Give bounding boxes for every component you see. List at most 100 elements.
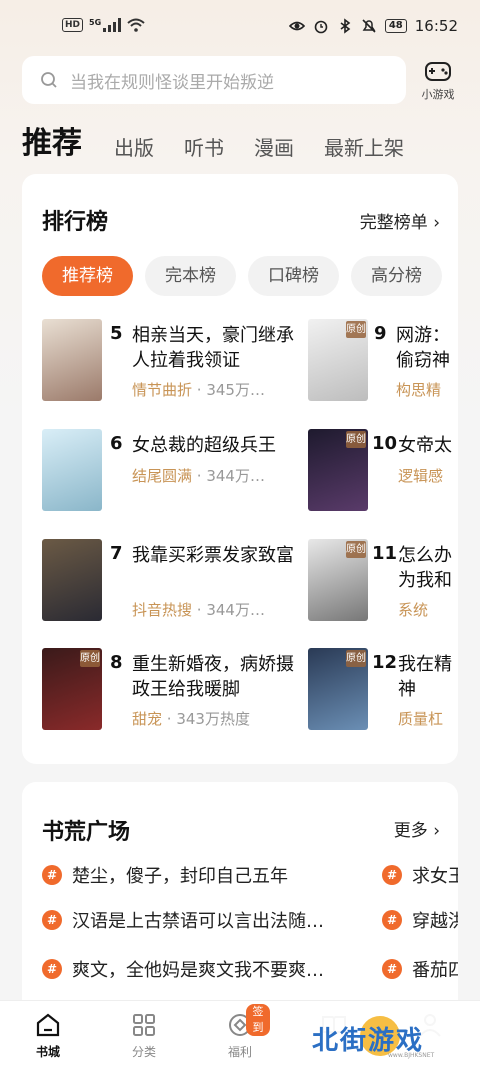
battery-icon: 48	[384, 19, 407, 33]
ranking-pills: 推荐榜 完本榜 口碑榜 高分榜	[42, 256, 442, 296]
book-title: 网游：偷窃神	[396, 325, 450, 371]
book-title: 女总裁的超级兵王	[132, 435, 276, 456]
hashtag-icon: #	[42, 910, 62, 930]
mute-icon	[362, 19, 376, 33]
pill-reputation[interactable]: 口碑榜	[248, 256, 339, 296]
topic-item[interactable]: # 番茄四	[382, 954, 458, 984]
book-cover: 原创	[308, 648, 368, 730]
book-category: 甜宠	[132, 710, 163, 728]
topic-item[interactable]: # 爽文，全他妈是爽文我不要爽…	[42, 954, 324, 984]
eye-icon	[288, 21, 305, 31]
mini-game-button[interactable]: 小游戏	[414, 56, 462, 102]
tab-comics[interactable]: 漫画	[254, 130, 294, 166]
book-title: 我靠买彩票发家致富	[132, 545, 294, 566]
pill-completed[interactable]: 完本榜	[145, 256, 236, 296]
original-tag: 原创	[346, 541, 366, 558]
book-rank: 12	[372, 652, 398, 673]
book-meta: 逻辑感	[398, 465, 443, 486]
wifi-icon	[127, 18, 145, 32]
book-item[interactable]: 原创 8 重生新婚夜，病娇摄政王给我暖脚 甜宠 · 343万热度	[42, 648, 312, 736]
book-title: 我在精神	[398, 654, 452, 700]
topic-text: 楚尘，傻子，封印自己五年	[72, 866, 288, 887]
hashtag-icon: #	[42, 959, 62, 979]
book-category: 结尾圆满	[132, 467, 193, 485]
book-category: 情节曲折	[132, 381, 193, 399]
book-forum-card: 书荒广场 更多 › # 楚尘，傻子，封印自己五年 # 汉语是上古禁语可以言出法随…	[22, 782, 458, 1022]
nav-bookstore[interactable]: 书城	[18, 1011, 78, 1060]
book-item[interactable]: 原创 12 我在精神 质量杠	[308, 648, 458, 736]
book-heat: 345万…	[206, 381, 265, 399]
topic-text: 求女王	[412, 866, 458, 887]
book-heat: 344万…	[206, 601, 265, 619]
nav-welfare[interactable]: 签到 福利	[210, 1004, 270, 1060]
book-title: 女帝太	[398, 435, 452, 456]
status-right: 48 16:52	[288, 17, 458, 35]
watermark: 北街游戏 www.BJHKSNET	[300, 1008, 475, 1064]
forum-more-link[interactable]: 更多 ›	[394, 816, 440, 841]
grid-icon	[133, 1014, 155, 1036]
book-meta: 结尾圆满 · 344万…	[132, 467, 265, 485]
book-title: 重生新婚夜，病娇摄政王给我暖脚	[132, 654, 294, 700]
book-rank: 9	[374, 323, 387, 344]
original-tag: 原创	[346, 650, 366, 667]
book-item[interactable]: 6 女总裁的超级兵王 结尾圆满 · 344万…	[42, 429, 312, 517]
hashtag-icon: #	[382, 910, 402, 930]
book-meta: 情节曲折 · 345万…	[132, 381, 265, 399]
book-rank: 8	[110, 652, 123, 673]
ranking-title: 排行榜	[42, 210, 109, 235]
book-rank: 5	[110, 323, 123, 344]
topic-text: 穿越洪	[412, 911, 458, 932]
book-category: 质量杠	[398, 710, 444, 728]
book-title: 怎么办为我和	[398, 545, 452, 591]
nav-label: 福利	[227, 1045, 252, 1059]
clock: 16:52	[414, 17, 458, 35]
book-meta: 甜宠 · 343万热度	[132, 710, 250, 728]
tab-recommend[interactable]: 推荐	[22, 122, 82, 166]
signal-icon	[103, 18, 122, 32]
topic-text: 番茄四	[412, 960, 458, 981]
chevron-right-icon: ›	[433, 213, 440, 233]
tab-publish[interactable]: 出版	[114, 130, 154, 166]
topic-item[interactable]: # 求女王	[382, 860, 458, 890]
book-item[interactable]: 原创 11 怎么办为我和 系统	[308, 539, 458, 627]
book-heat: 343万热度	[176, 710, 250, 728]
status-left: HD 5G	[62, 18, 145, 32]
book-item[interactable]: 原创 10 女帝太 逻辑感	[308, 429, 458, 517]
book-cover: 原创	[308, 319, 368, 401]
book-cover: 原创	[308, 429, 368, 511]
tab-new-releases[interactable]: 最新上架	[324, 130, 404, 166]
search-bar[interactable]: 当我在规则怪谈里开始叛逆	[22, 56, 406, 104]
original-tag: 原创	[346, 321, 366, 338]
book-rank: 11	[372, 543, 398, 564]
forum-title: 书荒广场	[42, 820, 131, 845]
book-category: 构思精	[396, 381, 442, 399]
search-input[interactable]: 当我在规则怪谈里开始叛逆	[70, 68, 274, 93]
book-category: 抖音热搜	[132, 601, 193, 619]
topic-item[interactable]: # 楚尘，傻子，封印自己五年	[42, 860, 288, 890]
book-item[interactable]: 7 我靠买彩票发家致富 抖音热搜 · 344万…	[42, 539, 312, 627]
nav-category[interactable]: 分类	[114, 1011, 174, 1060]
nav-label: 书城	[35, 1045, 60, 1059]
gamepad-icon	[425, 62, 451, 81]
pill-recommend[interactable]: 推荐榜	[42, 256, 133, 296]
book-cover: 原创	[42, 648, 102, 730]
book-cover	[42, 429, 102, 511]
alarm-icon	[314, 20, 328, 34]
hashtag-icon: #	[382, 865, 402, 885]
book-category: 系统	[398, 601, 429, 619]
book-item[interactable]: 5 相亲当天，豪门继承人拉着我领证 情节曲折 · 345万…	[42, 319, 312, 407]
topic-text: 爽文，全他妈是爽文我不要爽…	[72, 960, 324, 981]
topic-item[interactable]: # 穿越洪	[382, 905, 458, 935]
topic-item[interactable]: # 汉语是上古禁语可以言出法随…	[42, 905, 324, 935]
network-label: 5G	[89, 18, 102, 27]
book-item[interactable]: 原创 9 网游：偷窃神 构思精	[308, 319, 458, 407]
book-heat: 344万…	[206, 467, 265, 485]
sign-in-badge[interactable]: 签到	[246, 1004, 270, 1036]
topic-text: 汉语是上古禁语可以言出法随…	[72, 911, 324, 932]
full-ranking-link[interactable]: 完整榜单 ›	[360, 208, 440, 233]
forum-more-label: 更多	[393, 821, 428, 841]
book-meta: 系统	[398, 599, 428, 620]
tab-audiobook[interactable]: 听书	[184, 130, 224, 166]
pill-high-score[interactable]: 高分榜	[351, 256, 442, 296]
book-meta: 构思精	[396, 379, 441, 400]
